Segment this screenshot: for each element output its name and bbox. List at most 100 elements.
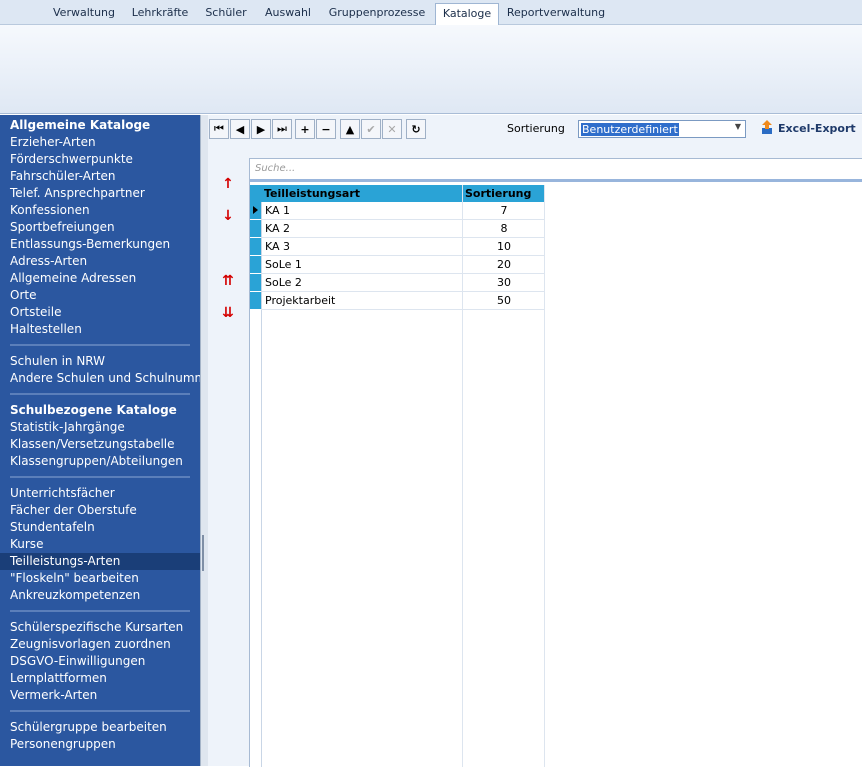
cell-teilleistungsart[interactable]: Projektarbeit [265, 292, 335, 310]
sidebar-item-sportbefreiungen[interactable]: Sportbefreiungen [10, 219, 115, 236]
cell-teilleistungsart[interactable]: KA 2 [265, 220, 290, 238]
excel-export-icon[interactable] [761, 120, 773, 134]
sidebar-item-floskeln[interactable]: "Floskeln" bearbeiten [10, 570, 139, 587]
grid-indicator-header [250, 185, 261, 202]
check-icon: ✔ [366, 122, 376, 136]
catalog-sidebar: Allgemeine Kataloge Erzieher-Arten Förde… [0, 115, 200, 766]
sidebar-splitter[interactable] [200, 115, 208, 766]
tab-schueler[interactable]: Schüler [199, 3, 253, 23]
table-row[interactable]: SoLe 1 20 [250, 256, 544, 274]
cell-sortierung[interactable]: 7 [464, 202, 544, 220]
sidebar-item-klassen-versetzungstabelle[interactable]: Klassen/Versetzungstabelle [10, 436, 175, 453]
sort-select[interactable]: Benutzerdefiniert ▼ [578, 120, 746, 138]
sidebar-item-statistik-jahrgaenge[interactable]: Statistik-Jahrgänge [10, 419, 125, 436]
row-indicator [250, 220, 261, 238]
sidebar-item-fahrschueler-arten[interactable]: Fahrschüler-Arten [10, 168, 116, 185]
sidebar-item-ankreuzkompetenzen[interactable]: Ankreuzkompetenzen [10, 587, 140, 604]
sidebar-item-personengruppen[interactable]: Personengruppen [10, 736, 116, 753]
table-row[interactable]: SoLe 2 30 [250, 274, 544, 292]
sidebar-item-telef-ansprechpartner[interactable]: Telef. Ansprechpartner [10, 185, 145, 202]
row-indicator [250, 292, 261, 310]
cell-teilleistungsart[interactable]: KA 1 [265, 202, 290, 220]
chevron-down-icon[interactable]: ▼ [735, 122, 741, 131]
sidebar-item-klassengruppen[interactable]: Klassengruppen/Abteilungen [10, 453, 183, 470]
column-header-sortierung[interactable]: Sortierung [463, 185, 544, 202]
sidebar-item-zeugnisvorlagen[interactable]: Zeugnisvorlagen zuordnen [10, 636, 171, 653]
sidebar-item-unterrichtsfaecher[interactable]: Unterrichtsfächer [10, 485, 115, 502]
column-header-teilleistungsart[interactable]: Teilleistungsart [261, 185, 465, 202]
current-row-icon [253, 206, 258, 214]
prev-icon: ◀ [235, 122, 245, 136]
sidebar-item-konfessionen[interactable]: Konfessionen [10, 202, 90, 219]
cell-sortierung[interactable]: 30 [464, 274, 544, 292]
sidebar-item-lernplattformen[interactable]: Lernplattformen [10, 670, 107, 687]
sidebar-item-kurse[interactable]: Kurse [10, 536, 43, 553]
first-record-button[interactable]: ⏮ [209, 119, 229, 139]
sidebar-item-foerderschwerpunkte[interactable]: Förderschwerpunkte [10, 151, 133, 168]
refresh-button[interactable]: ↻ [406, 119, 426, 139]
sidebar-item-kursarten[interactable]: Schülerspezifische Kursarten [10, 619, 183, 636]
sidebar-item-allgemeine-adressen[interactable]: Allgemeine Adressen [10, 270, 136, 287]
data-grid: Suche... Teilleistungsart Sortierung KA … [249, 158, 862, 767]
move-up-icon[interactable]: ↑ [218, 175, 238, 193]
tab-gruppenprozesse[interactable]: Gruppenprozesse [322, 3, 432, 23]
table-row[interactable]: KA 3 10 [250, 238, 544, 256]
sidebar-item-ortsteile[interactable]: Ortsteile [10, 304, 61, 321]
table-row[interactable]: KA 2 8 [250, 220, 544, 238]
delete-record-button[interactable]: − [316, 119, 336, 139]
tab-reportverwaltung[interactable]: Reportverwaltung [501, 3, 611, 23]
row-indicator [250, 202, 261, 220]
sort-label: Sortierung [507, 122, 565, 135]
sidebar-item-haltestellen[interactable]: Haltestellen [10, 321, 82, 338]
tab-kataloge[interactable]: Kataloge [435, 3, 499, 25]
cell-sortierung[interactable]: 8 [464, 220, 544, 238]
row-indicator [250, 256, 261, 274]
sidebar-item-andere-schulen[interactable]: Andere Schulen und Schulnummern [10, 370, 200, 387]
sidebar-item-schuelergruppe[interactable]: Schülergruppe bearbeiten [10, 719, 167, 736]
prev-record-button[interactable]: ◀ [230, 119, 250, 139]
move-top-icon[interactable]: ⇈ [218, 272, 238, 290]
sidebar-separator [10, 344, 190, 346]
sidebar-item-teilleistungs-arten[interactable]: Teilleistungs-Arten [0, 553, 200, 570]
table-row[interactable]: Projektarbeit 50 [250, 292, 544, 310]
excel-export-button[interactable]: Excel-Export [778, 122, 856, 135]
cell-sortierung[interactable]: 20 [464, 256, 544, 274]
cell-teilleistungsart[interactable]: SoLe 1 [265, 256, 302, 274]
move-bottom-icon[interactable]: ⇊ [218, 304, 238, 322]
table-row[interactable]: KA 1 7 [250, 202, 544, 220]
first-icon: ⏮ [214, 122, 224, 135]
search-input[interactable]: Suche... [255, 163, 295, 174]
cell-teilleistungsart[interactable]: SoLe 2 [265, 274, 302, 292]
edit-record-button[interactable]: ▲ [340, 119, 360, 139]
tab-verwaltung[interactable]: Verwaltung [46, 3, 122, 23]
tab-lehrkraefte[interactable]: Lehrkräfte [125, 3, 195, 23]
sidebar-item-orte[interactable]: Orte [10, 287, 36, 304]
move-down-icon[interactable]: ↓ [218, 207, 238, 225]
sidebar-item-entlassungs-bemerkungen[interactable]: Entlassungs-Bemerkungen [10, 236, 170, 253]
next-record-button[interactable]: ▶ [251, 119, 271, 139]
cancel-record-button[interactable]: ✕ [382, 119, 402, 139]
sidebar-item-vermerk-arten[interactable]: Vermerk-Arten [10, 687, 97, 704]
sidebar-item-dsgvo[interactable]: DSGVO-Einwilligungen [10, 653, 145, 670]
refresh-icon: ↻ [411, 122, 421, 136]
post-record-button[interactable]: ✔ [361, 119, 381, 139]
close-icon: ✕ [387, 122, 397, 136]
sidebar-item-erzieher-arten[interactable]: Erzieher-Arten [10, 134, 96, 151]
tab-auswahl[interactable]: Auswahl [257, 3, 319, 23]
add-record-button[interactable]: + [295, 119, 315, 139]
sidebar-item-faecher-oberstufe[interactable]: Fächer der Oberstufe [10, 502, 137, 519]
sidebar-header-allgemeine-kataloge: Allgemeine Kataloge [10, 118, 151, 132]
cell-sortierung[interactable]: 10 [464, 238, 544, 256]
sidebar-header-schulbezogene-kataloge: Schulbezogene Kataloge [10, 403, 177, 417]
sidebar-item-schulen-in-nrw[interactable]: Schulen in NRW [10, 353, 105, 370]
cell-teilleistungsart[interactable]: KA 3 [265, 238, 290, 256]
last-record-button[interactable]: ⏭ [272, 119, 292, 139]
search-bar[interactable]: Suche... [250, 159, 862, 182]
splitter-grip[interactable] [202, 535, 204, 571]
sidebar-item-adress-arten[interactable]: Adress-Arten [10, 253, 87, 270]
sidebar-separator [10, 393, 190, 395]
cell-sortierung[interactable]: 50 [464, 292, 544, 310]
sidebar-separator [10, 476, 190, 478]
sidebar-item-stundentafeln[interactable]: Stundentafeln [10, 519, 95, 536]
column-separator [544, 185, 545, 767]
